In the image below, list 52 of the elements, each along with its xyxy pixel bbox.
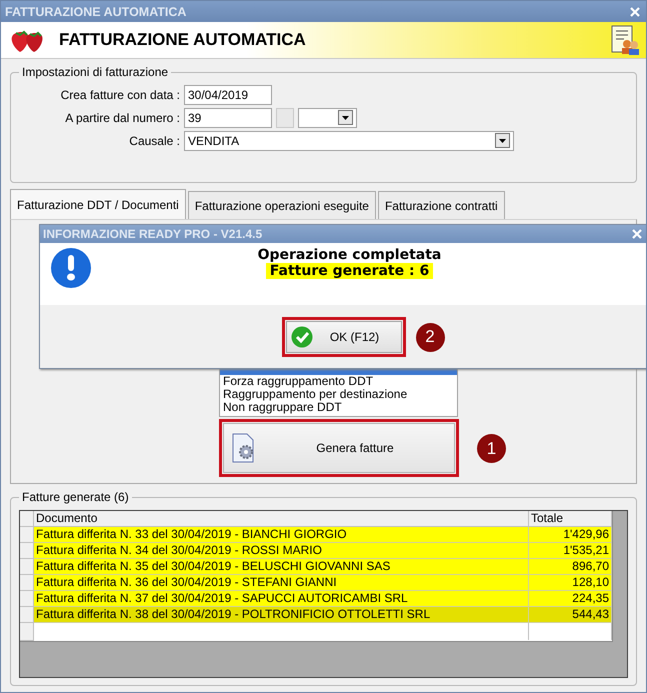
row-header — [20, 607, 34, 623]
table-cell: 896,70 — [529, 559, 612, 575]
tab[interactable]: Fatturazione contratti — [378, 191, 505, 219]
step-number: 2 — [416, 322, 444, 352]
window-title: FATTURAZIONE AUTOMATICA — [5, 4, 186, 18]
ok-button[interactable]: OK (F12) — [286, 320, 402, 352]
checkmark-icon — [290, 326, 312, 348]
table-cell: Fattura differita N. 33 del 30/04/2019 - BIANCHI GIORGIO — [34, 527, 529, 543]
dialog-heading: Operazione completata — [258, 247, 442, 263]
step-number: 1 — [477, 434, 506, 463]
group-title: Impostazioni di fatturazione — [21, 65, 170, 79]
row-header — [20, 527, 34, 543]
tab[interactable]: Fatturazione DDT / Documenti — [10, 189, 186, 219]
dialog-title: INFORMAZIONE READY PRO - V21.4.5 — [43, 227, 262, 241]
row-header — [20, 543, 34, 559]
page-title: FATTURAZIONE AUTOMATICA — [59, 30, 307, 50]
field-label: Causale : — [128, 134, 180, 148]
table-cell: 128,10 — [529, 575, 612, 591]
row-header — [20, 591, 34, 607]
report-people-icon — [610, 25, 640, 55]
list-item[interactable]: Forza raggruppamento DDT — [220, 375, 457, 388]
field-label: Crea fatture con data : — [60, 88, 180, 102]
column-header: Totale — [529, 511, 612, 527]
row-header — [20, 559, 34, 575]
table-cell: Fattura differita N. 37 del 30/04/2019 - SAPUCCI AUTORICAMBI SRL — [34, 591, 529, 607]
column-header: Documento — [34, 511, 529, 527]
table-cell: Fattura differita N. 36 del 30/04/2019 - STEFANI GIANNI — [34, 575, 529, 591]
list-item[interactable]: Raggruppamento per destinazione — [220, 388, 457, 401]
table-cell: 224,35 — [529, 591, 612, 607]
field-label: A partire dal numero : — [64, 110, 180, 124]
reason-dropdown[interactable]: VENDITA — [184, 130, 514, 150]
table-cell: 544,43 — [529, 607, 612, 623]
row-header — [20, 575, 34, 591]
list-item[interactable]: Non raggruppare DDT — [220, 401, 457, 414]
series-dropdown[interactable] — [298, 108, 357, 128]
table-cell: 1'535,21 — [529, 543, 612, 559]
generate-button[interactable]: Genera fatture — [223, 423, 455, 473]
table-cell: Fattura differita N. 34 del 30/04/2019 - ROSSI MARIO — [34, 543, 529, 559]
table-cell: 1'429,96 — [529, 527, 612, 543]
close-icon[interactable] — [632, 229, 642, 239]
table-cell: Fattura differita N. 38 del 30/04/2019 - POLTRONIFICIO OTTOLETTI SRL — [34, 607, 529, 623]
dialog-message: Fatture generate : 6 — [266, 263, 434, 279]
table-cell: Fattura differita N. 35 del 30/04/2019 - BELUSCHI GIOVANNI SAS — [34, 559, 529, 575]
date-field[interactable]: 30/04/2019 — [184, 84, 272, 104]
tab[interactable]: Fatturazione operazioni eseguite — [188, 191, 376, 219]
row-header — [20, 511, 34, 527]
exclamation-icon — [50, 247, 92, 289]
group-title: Fatture generate (6) — [21, 490, 130, 504]
close-icon[interactable] — [630, 6, 640, 16]
color-swatch[interactable] — [276, 108, 294, 128]
row-header — [20, 623, 34, 641]
number-field[interactable]: 39 — [184, 108, 272, 128]
